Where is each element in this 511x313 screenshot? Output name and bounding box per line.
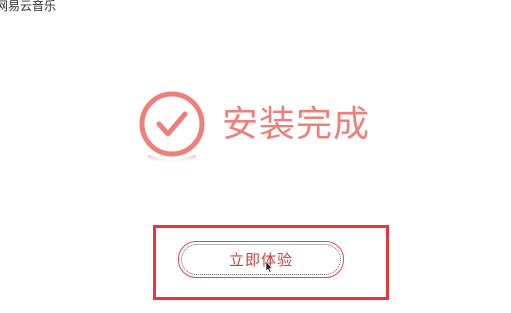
install-complete-panel: 安装完成 <box>138 90 378 170</box>
installer-window: 网易云音乐 安装完成 立即体验 <box>0 0 511 313</box>
start-button-label: 立即体验 <box>228 251 293 269</box>
check-circle-icon <box>139 91 205 164</box>
install-complete-text: 安装完成 <box>222 104 371 145</box>
mouse-cursor-icon <box>266 261 272 273</box>
window-title: 网易云音乐 <box>0 0 57 13</box>
start-experience-button[interactable]: 立即体验 <box>178 241 344 278</box>
